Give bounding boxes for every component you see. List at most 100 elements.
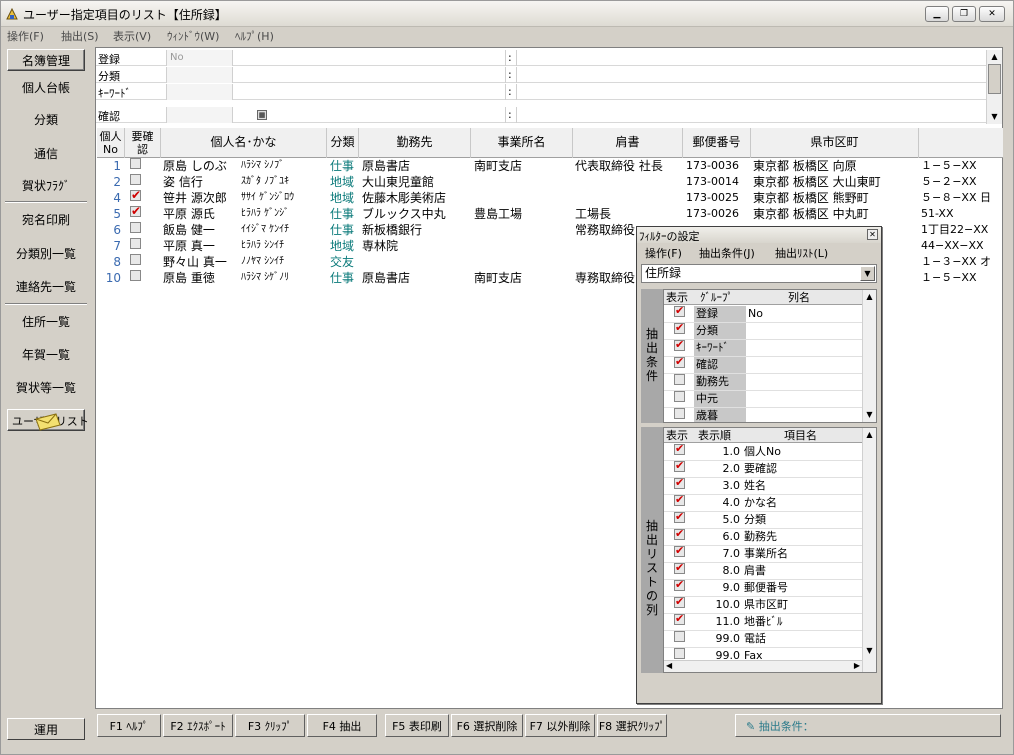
filter-input[interactable]	[232, 67, 506, 83]
f2-export-button[interactable]: F2 ｴｸｽﾎﾟｰﾄ	[163, 714, 233, 737]
scroll-down-icon[interactable]: ▼	[863, 408, 876, 422]
filter-input[interactable]	[232, 84, 506, 100]
cond-show-checkbox[interactable]	[674, 374, 685, 385]
unyo-button[interactable]: 運用	[7, 718, 85, 740]
confirm-checkbox[interactable]	[130, 270, 141, 281]
cond-row[interactable]: 中元	[664, 391, 862, 408]
col-header-class[interactable]: 分類	[327, 128, 359, 158]
cond-scrollbar[interactable]: ▲ ▼	[862, 290, 876, 422]
sidebar-item-bunrui[interactable]: 分類	[7, 109, 85, 131]
list-show-checkbox[interactable]	[674, 648, 685, 659]
ellipsis-button[interactable]: ▦	[257, 110, 267, 120]
sidebar-item-atena[interactable]: 宛名印刷	[7, 209, 85, 231]
list-show-checkbox[interactable]	[674, 560, 685, 576]
list-scrollbar[interactable]: ▲ ▼	[862, 428, 876, 672]
f8-clip-selected-button[interactable]: F8 選択ｸﾘｯﾌﾟ	[597, 714, 667, 737]
sidebar-item-tsushin[interactable]: 通信	[7, 143, 85, 165]
list-row[interactable]: 99.0 電話	[664, 631, 862, 648]
cond-show-checkbox[interactable]	[674, 391, 685, 402]
filter-scrollbar[interactable]: ▲ ▼	[986, 50, 1002, 124]
sidebar-item-nenga[interactable]: 年賀一覧	[7, 344, 85, 366]
confirm-checkbox[interactable]	[130, 158, 141, 169]
list-show-checkbox[interactable]	[674, 475, 685, 491]
confirm-checkbox[interactable]	[130, 254, 141, 265]
table-row[interactable]: 2 姿 信行 ｽｶﾞﾀ ﾉﾌﾞﾕｷ 地域 大山東児童館 173-0014 東京都 板橋区 大…	[97, 174, 1003, 190]
filter-input[interactable]	[232, 50, 506, 66]
list-row[interactable]: 9.0郵便番号	[664, 577, 862, 597]
list-show-checkbox[interactable]	[674, 611, 685, 627]
list-show-checkbox[interactable]	[674, 492, 685, 508]
confirm-checkbox[interactable]	[130, 238, 141, 249]
dlg-menu-list[interactable]: 抽出ﾘｽﾄ(L)	[775, 245, 828, 261]
confirm-checkbox[interactable]	[130, 190, 141, 201]
dialog-close-icon[interactable]: ✕	[867, 229, 878, 240]
filter-input-2[interactable]	[516, 107, 986, 123]
list-show-checkbox[interactable]	[674, 631, 685, 642]
scroll-down-icon[interactable]: ▼	[987, 110, 1002, 124]
menu-extract[interactable]: 抽出(S)	[61, 28, 99, 44]
confirm-checkbox[interactable]	[130, 174, 141, 185]
minimize-button[interactable]: ▁	[925, 6, 949, 22]
table-row[interactable]: 5 平原 源氏 ﾋﾗﾊﾗ ｹﾞﾝｼﾞ 仕事ブルックス中丸 豊島工場 工場長 173-0026…	[97, 206, 1003, 222]
list-show-checkbox[interactable]	[674, 543, 685, 559]
col-header-title[interactable]: 肩書	[573, 128, 683, 158]
cond-row[interactable]: 勤務先	[664, 374, 862, 391]
filter-value[interactable]	[166, 107, 232, 123]
table-row[interactable]: 4 笹井 源次郎 ｻｻｲ ｹﾞﾝｼﾞﾛｳ 地域佐藤木彫美術店 173-0025 東京都 板…	[97, 190, 1003, 206]
list-row[interactable]: 10.0県市区町	[664, 594, 862, 614]
list-row[interactable]: 6.0勤務先	[664, 526, 862, 546]
cond-show-checkbox[interactable]	[674, 303, 685, 319]
f6-delete-selected-button[interactable]: F6 選択削除	[451, 714, 523, 737]
col-header-no[interactable]: 個人 No	[97, 128, 125, 158]
list-show-checkbox[interactable]	[674, 526, 685, 542]
col-header-office[interactable]: 事業所名	[471, 128, 573, 158]
list-row[interactable]: 3.0姓名	[664, 475, 862, 495]
filter-value[interactable]	[166, 84, 232, 100]
cond-row[interactable]: 歳暮	[664, 408, 862, 422]
list-type-select[interactable]: 住所録 ▼	[641, 264, 877, 283]
scroll-down-icon[interactable]: ▼	[863, 644, 876, 658]
col-header-name[interactable]: 個人名･かな	[161, 128, 327, 158]
col-header-check[interactable]: 要確 認	[125, 128, 161, 158]
sidebar-item-user-list[interactable]: ユーザーリスト	[7, 409, 89, 431]
filter-value[interactable]: No	[166, 50, 232, 66]
list-show-checkbox[interactable]	[674, 577, 685, 593]
filter-input-2[interactable]	[516, 67, 986, 83]
f1-help-button[interactable]: F1 ﾍﾙﾌﾟ	[97, 714, 161, 737]
sidebar-item-kojin[interactable]: 個人台帳	[7, 77, 85, 99]
scroll-thumb[interactable]	[988, 64, 1001, 94]
sidebar-item-jusho[interactable]: 住所一覧	[7, 311, 85, 333]
dlg-menu-operation[interactable]: 操作(F)	[645, 245, 682, 261]
f3-clip-button[interactable]: F3 ｸﾘｯﾌﾟ	[235, 714, 305, 737]
sidebar-item-renraku[interactable]: 連絡先一覧	[7, 276, 85, 298]
scroll-up-icon[interactable]: ▲	[987, 50, 1002, 64]
list-row[interactable]: 4.0かな名	[664, 492, 862, 512]
filter-value[interactable]	[166, 67, 232, 83]
chevron-down-icon[interactable]: ▼	[860, 266, 875, 281]
col-header-pref[interactable]: 県市区町	[751, 128, 919, 158]
col-header-work[interactable]: 勤務先	[359, 128, 471, 158]
scroll-up-icon[interactable]: ▲	[863, 428, 876, 442]
cond-col[interactable]: No	[748, 306, 763, 322]
sidebar-item-meibo[interactable]: 名簿管理	[7, 49, 85, 71]
close-button[interactable]: ✕	[979, 6, 1005, 22]
cond-row[interactable]: 分類	[664, 320, 862, 340]
filter-input[interactable]: ▦	[232, 107, 506, 123]
confirm-checkbox[interactable]	[130, 206, 141, 217]
sidebar-item-gajo-list[interactable]: 賀状等一覧	[7, 377, 85, 399]
list-show-checkbox[interactable]	[674, 594, 685, 610]
list-hscrollbar[interactable]: ◀ ▶	[664, 660, 862, 672]
menu-window[interactable]: ｳｨﾝﾄﾞｳ(W)	[167, 28, 219, 44]
filter-input-2[interactable]	[516, 84, 986, 100]
cond-row[interactable]: ｷｰﾜｰﾄﾞ	[664, 337, 862, 357]
list-show-checkbox[interactable]	[674, 458, 685, 474]
dlg-menu-condition[interactable]: 抽出条件(J)	[699, 245, 755, 261]
f7-delete-others-button[interactable]: F7 以外削除	[525, 714, 595, 737]
list-show-checkbox[interactable]	[674, 509, 685, 525]
restore-button[interactable]: ❐	[952, 6, 976, 22]
f4-extract-button[interactable]: F4 抽出	[307, 714, 377, 737]
list-row[interactable]: 8.0肩書	[664, 560, 862, 580]
sidebar-item-bunrui-list[interactable]: 分類別一覧	[7, 243, 85, 265]
cond-row[interactable]: 登録No	[664, 303, 862, 323]
menu-operation[interactable]: 操作(F)	[7, 28, 44, 44]
